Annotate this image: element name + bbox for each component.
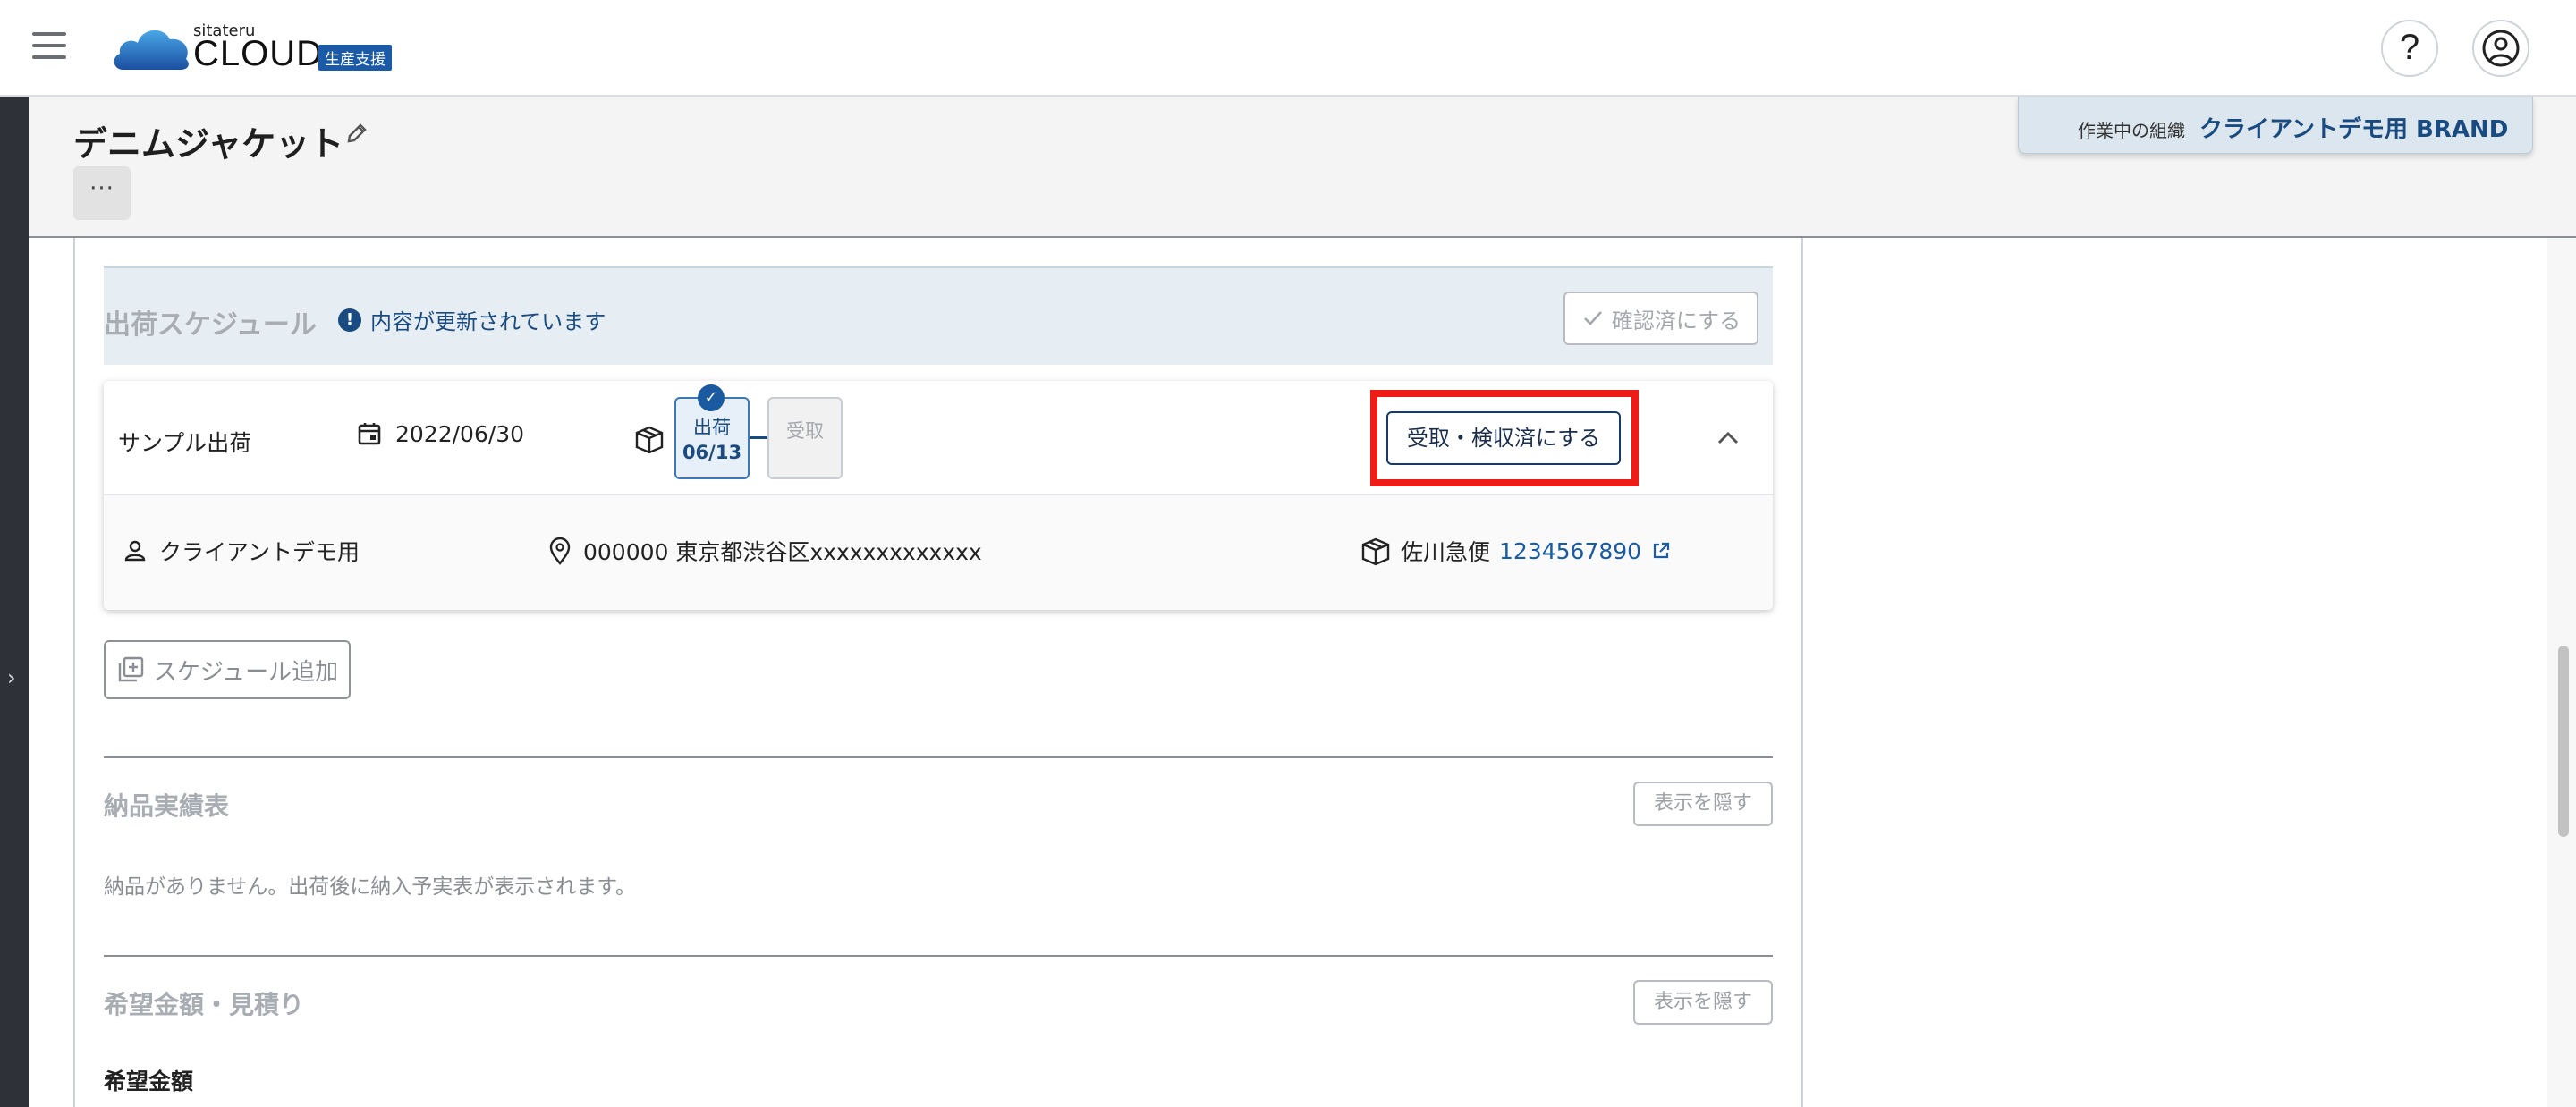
date-value: 2022/06/30	[395, 420, 525, 447]
desired-price-title: 希望金額	[104, 1069, 194, 1094]
cloud-logo-icon	[114, 30, 189, 70]
menu-icon[interactable]	[32, 32, 66, 59]
estimate-title: 希望金額・見積り	[104, 990, 305, 1019]
location-pin-icon	[549, 537, 571, 565]
step-ship-date: 06/13	[682, 442, 742, 463]
check-icon	[1583, 311, 1602, 325]
chevron-right-icon[interactable]: ›	[7, 665, 16, 690]
tracking-link[interactable]: 1234567890	[1499, 538, 1641, 564]
schedule-row: サンプル出荷 2022/06/30 ✓ 出荷 06/13 受取 受取・検収済にす…	[104, 381, 1773, 495]
org-name: クライアントデモ用 BRAND	[2199, 116, 2509, 143]
user-icon	[2482, 30, 2520, 67]
schedule-title: 出荷スケジュール	[104, 309, 317, 341]
hide-estimate-button[interactable]: 表示を隠す	[1633, 980, 1773, 1025]
package-icon	[1361, 537, 1390, 566]
delivery-title: 納品実績表	[104, 791, 230, 821]
add-copy-icon	[118, 656, 144, 682]
delivery-empty-text: 納品がありません。出荷後に納入予実表が表示されます。	[104, 875, 637, 899]
help-button[interactable]: ?	[2381, 20, 2438, 77]
package-icon	[635, 426, 664, 454]
confirm-button[interactable]: 確認済にする	[1563, 292, 1758, 345]
schedule-section-header: 出荷スケジュール ! 内容が更新されています 確認済にする	[104, 266, 1773, 365]
step-ship-label: 出荷	[693, 417, 731, 438]
address-text: 000000 東京都渋谷区xxxxxxxxxxxxx	[583, 539, 982, 565]
logo-badge: 生産支援	[318, 45, 392, 71]
logo[interactable]: sitateru CLOUD 生産支援	[111, 18, 415, 80]
top-header: sitateru CLOUD 生産支援 ?	[0, 0, 2576, 97]
step-connector	[750, 436, 769, 439]
account-button[interactable]	[2472, 20, 2529, 77]
address-info: 000000 東京都渋谷区xxxxxxxxxxxxx	[547, 535, 982, 567]
schedule-card: サンプル出荷 2022/06/30 ✓ 出荷 06/13 受取 受取・検収済にす…	[104, 381, 1773, 610]
check-circle-icon: ✓	[698, 384, 724, 411]
pencil-icon[interactable]	[343, 120, 370, 147]
org-indicator: 作業中の組織 クライアントデモ用 BRAND	[2018, 97, 2533, 154]
section-divider	[104, 756, 1773, 758]
calendar-icon	[358, 423, 381, 445]
person-icon	[124, 540, 146, 562]
more-button[interactable]: ···	[73, 166, 131, 220]
step-received[interactable]: 受取	[767, 397, 843, 479]
chevron-up-icon[interactable]	[1710, 420, 1746, 456]
hide-delivery-button[interactable]: 表示を隠す	[1633, 782, 1773, 826]
carrier-name: 佐川急便	[1401, 539, 1491, 565]
carrier-info: 佐川急便 1234567890	[1360, 535, 1672, 567]
schedule-name: サンプル出荷	[118, 430, 252, 456]
client-name: クライアントデモ用	[159, 539, 360, 565]
add-schedule-button[interactable]: スケジュール追加	[104, 640, 351, 699]
step-receive-label: 受取	[786, 420, 824, 442]
confirm-label: 確認済にする	[1611, 308, 1741, 334]
org-label: 作業中の組織	[2078, 120, 2185, 141]
info-icon: !	[338, 308, 361, 332]
update-notice: ! 内容が更新されています	[338, 304, 606, 335]
external-link-icon[interactable]	[1650, 540, 1672, 562]
receive-inspect-button[interactable]: 受取・検収済にする	[1386, 411, 1621, 465]
schedule-date: 2022/06/30	[356, 420, 524, 447]
client-info: クライアントデモ用	[122, 535, 360, 567]
scrollbar-thumb[interactable]	[2558, 646, 2569, 837]
section-divider	[104, 955, 1773, 957]
logo-wordmark: CLOUD	[193, 34, 324, 73]
question-icon: ?	[2399, 28, 2420, 67]
notice-text: 内容が更新されています	[370, 309, 606, 334]
side-rail: ›	[0, 97, 29, 1107]
page-title: デニムジャケット	[73, 124, 344, 164]
schedule-details: クライアントデモ用 000000 東京都渋谷区xxxxxxxxxxxxx 佐川急…	[104, 495, 1773, 610]
add-schedule-label: スケジュール追加	[153, 658, 339, 686]
